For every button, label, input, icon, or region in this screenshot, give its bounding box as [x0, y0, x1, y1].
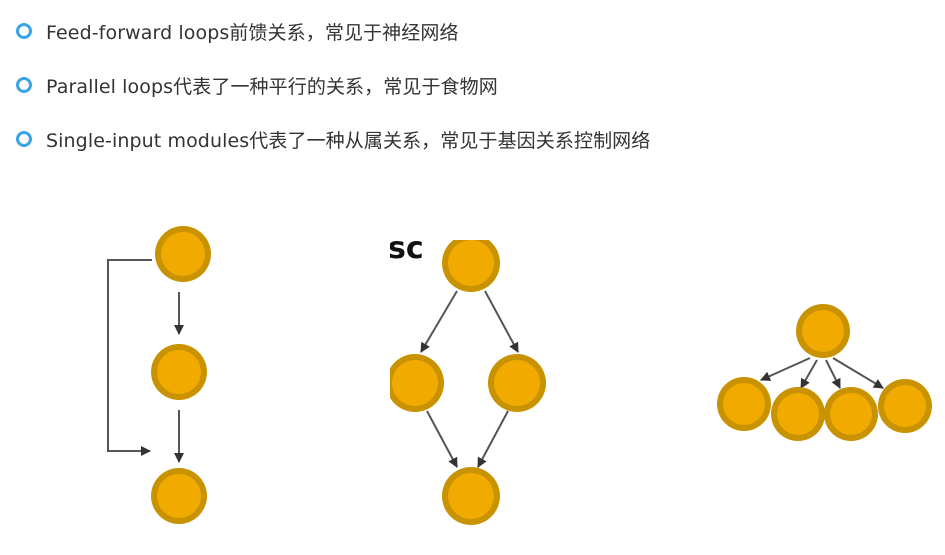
feed-forward-node-top	[155, 226, 211, 282]
single-input-module-diagram	[717, 304, 932, 441]
feed-forward-loop-diagram	[107, 226, 211, 524]
network-motifs-diagram: sc	[107, 226, 932, 525]
single-input-edge-3	[825, 359, 841, 389]
single-input-target-node-1	[717, 377, 771, 431]
parallel-edge-top-left	[420, 290, 458, 353]
parallel-node-top	[442, 240, 500, 292]
parallel-loops-diagram: sc	[388, 231, 546, 525]
single-input-edge-1	[760, 357, 811, 381]
clipped-heading-text: sc	[388, 231, 424, 266]
single-input-edge-4	[832, 357, 884, 389]
parallel-node-right	[488, 354, 546, 412]
feed-forward-node-bottom	[151, 468, 207, 524]
parallel-node-bottom	[442, 467, 500, 525]
feed-forward-node-middle	[151, 344, 207, 400]
feed-forward-bypass-edge	[107, 259, 152, 456]
single-input-node-source	[796, 304, 850, 358]
parallel-node-left	[390, 354, 444, 412]
parallel-edge-left-bottom	[426, 410, 458, 468]
single-input-target-node-3	[824, 387, 878, 441]
single-input-target-node-4	[878, 379, 932, 433]
single-input-edge-2	[800, 359, 818, 389]
parallel-edge-right-bottom	[477, 410, 509, 468]
single-input-target-node-2	[771, 387, 825, 441]
parallel-edge-top-right	[484, 290, 519, 353]
